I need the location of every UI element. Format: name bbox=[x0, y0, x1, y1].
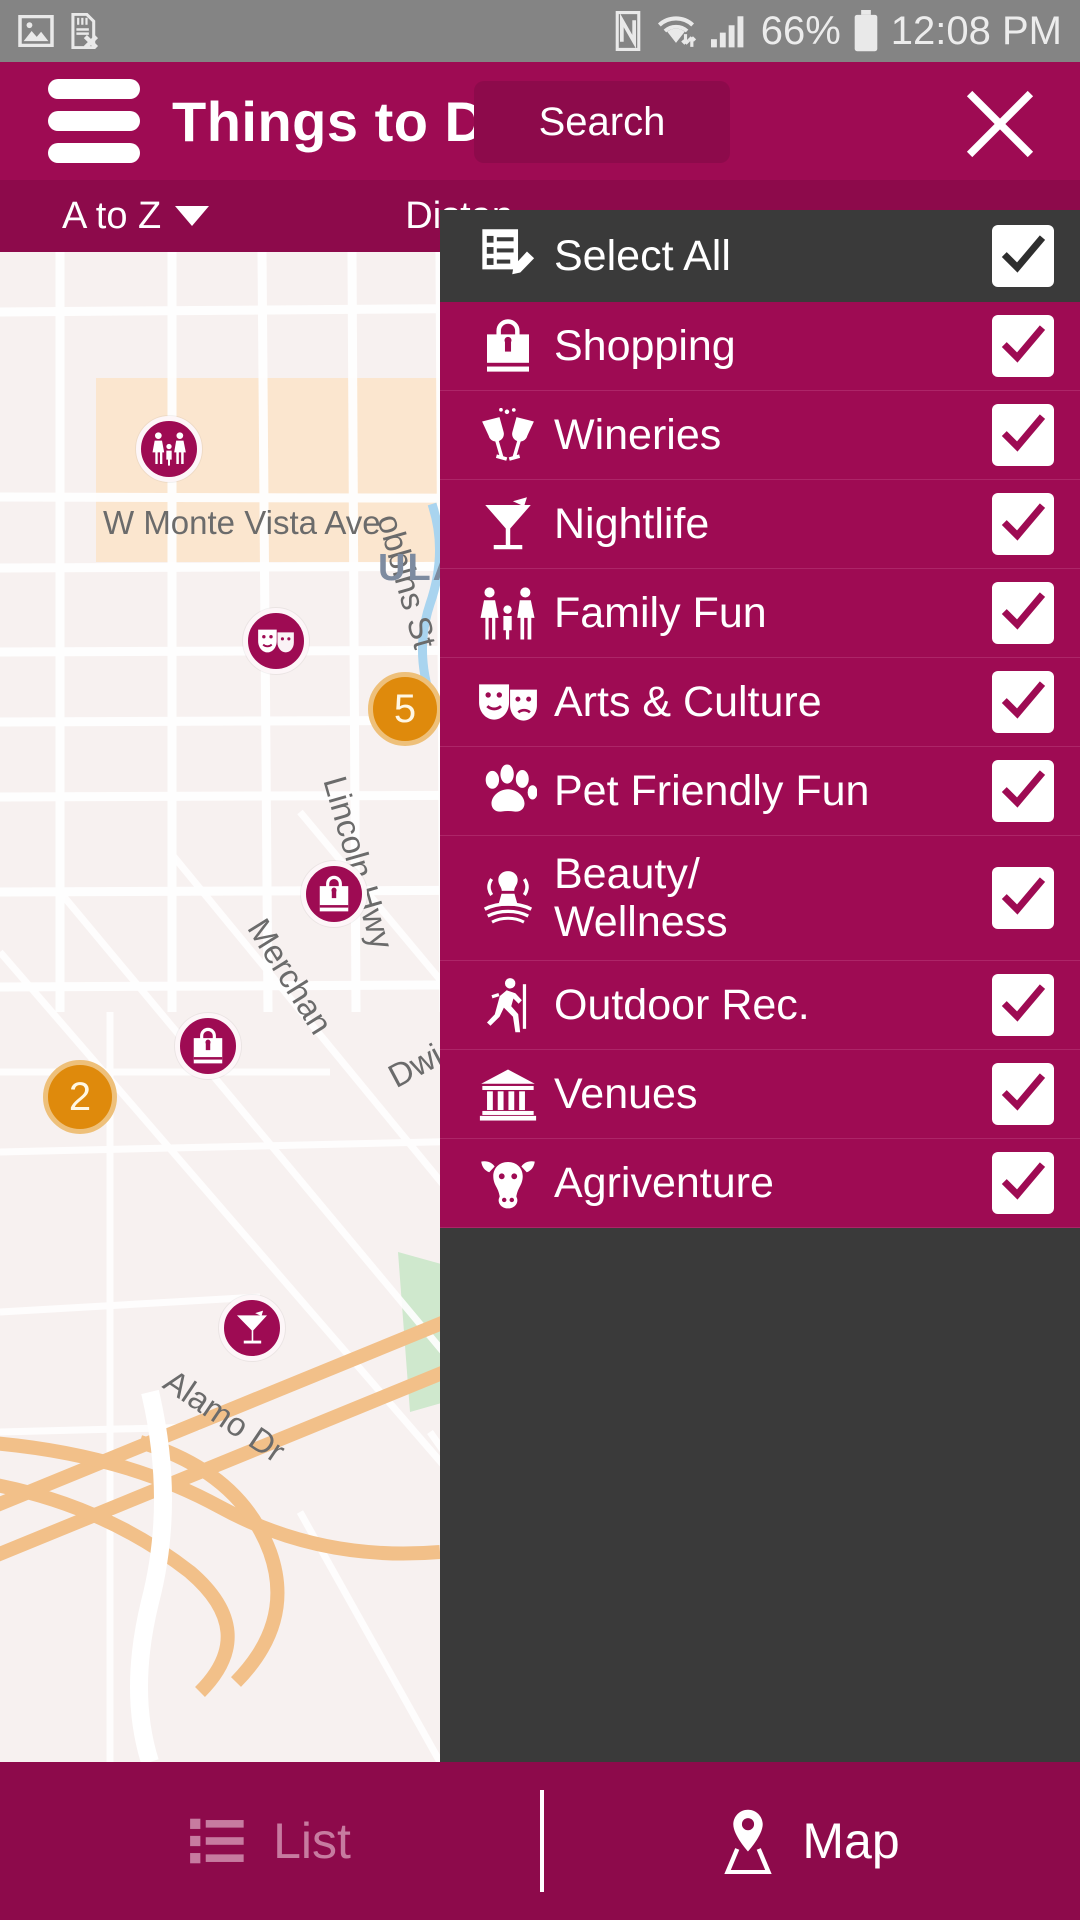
map-marker-shopping[interactable] bbox=[301, 861, 367, 927]
category-checkbox[interactable] bbox=[992, 404, 1054, 466]
wifi-icon bbox=[657, 16, 696, 47]
nfc-icon bbox=[615, 11, 641, 51]
category-checkbox[interactable] bbox=[992, 1152, 1054, 1214]
category-row-wineries[interactable]: Wineries bbox=[440, 391, 1080, 480]
battery-percent: 66% bbox=[760, 8, 841, 53]
tab-map[interactable]: Map bbox=[540, 1762, 1080, 1920]
map-cluster-marker[interactable]: 5 bbox=[368, 672, 442, 746]
category-filter-menu: Select All Shopping Wineries Nightlife F… bbox=[440, 210, 1080, 1762]
category-label: Family Fun bbox=[554, 588, 767, 637]
status-bar-left-icons bbox=[18, 13, 100, 49]
battery-icon bbox=[854, 10, 878, 52]
category-row-venues[interactable]: Venues bbox=[440, 1050, 1080, 1139]
category-label: Pet Friendly Fun bbox=[554, 766, 870, 815]
street-label: W Monte Vista Ave bbox=[103, 504, 381, 541]
category-label: Arts & Culture bbox=[554, 677, 822, 726]
family-icon bbox=[152, 432, 186, 466]
category-row-family-fun[interactable]: Family Fun bbox=[440, 569, 1080, 658]
map-marker-nightlife[interactable] bbox=[219, 1295, 285, 1361]
sd-card-error-icon bbox=[71, 13, 99, 49]
classical-building-icon bbox=[462, 1066, 554, 1122]
category-row-arts-culture[interactable]: Arts & Culture bbox=[440, 658, 1080, 747]
map-marker-shopping[interactable] bbox=[175, 1013, 241, 1079]
clock: 12:08 PM bbox=[890, 8, 1062, 53]
bottom-navigation: List Map bbox=[0, 1762, 1080, 1920]
hamburger-icon[interactable] bbox=[48, 79, 140, 163]
sort-alphabetical-label: A to Z bbox=[62, 194, 162, 237]
category-label: Nightlife bbox=[554, 499, 710, 548]
category-checkbox[interactable] bbox=[992, 582, 1054, 644]
category-label: Wineries bbox=[554, 410, 722, 459]
category-checkbox[interactable] bbox=[992, 867, 1054, 929]
shopping-bag-icon bbox=[462, 318, 554, 374]
cow-head-icon bbox=[462, 1154, 554, 1212]
signal-bars-icon bbox=[710, 16, 744, 48]
spa-wellness-icon bbox=[462, 870, 554, 926]
category-checkbox[interactable] bbox=[992, 1063, 1054, 1125]
family-icon bbox=[462, 584, 554, 642]
map-marker-family-fun[interactable] bbox=[136, 416, 202, 482]
category-label: Select All bbox=[554, 231, 731, 280]
wine-cheers-icon bbox=[462, 408, 554, 462]
shopping-bag-icon bbox=[319, 875, 349, 912]
image-icon bbox=[18, 15, 54, 47]
category-checkbox[interactable] bbox=[992, 493, 1054, 555]
category-checkbox[interactable] bbox=[992, 760, 1054, 822]
category-row-select-all[interactable]: Select All bbox=[440, 210, 1080, 302]
cluster-count: 2 bbox=[68, 1074, 92, 1119]
category-label: Outdoor Rec. bbox=[554, 980, 810, 1029]
tab-map-label: Map bbox=[802, 1813, 900, 1869]
category-label: Shopping bbox=[554, 321, 736, 370]
chevron-down-icon bbox=[175, 206, 210, 226]
app-header: Things to Do Search bbox=[0, 62, 1080, 180]
category-checkbox[interactable] bbox=[992, 315, 1054, 377]
category-checkbox[interactable] bbox=[992, 225, 1054, 287]
category-label: Venues bbox=[554, 1069, 698, 1118]
category-row-pet-friendly-fun[interactable]: Pet Friendly Fun bbox=[440, 747, 1080, 836]
category-row-outdoor-rec[interactable]: Outdoor Rec. bbox=[440, 961, 1080, 1050]
search-button-label: Search bbox=[538, 99, 666, 144]
theater-masks-icon bbox=[462, 676, 554, 728]
status-bar: 66% 12:08 PM bbox=[0, 0, 1080, 62]
martini-glass-icon bbox=[462, 495, 554, 553]
category-checkbox[interactable] bbox=[992, 974, 1054, 1036]
category-label: Agriventure bbox=[554, 1158, 774, 1207]
category-row-shopping[interactable]: Shopping bbox=[440, 302, 1080, 391]
tab-list-label: List bbox=[273, 1813, 351, 1869]
category-row-agriventure[interactable]: Agriventure bbox=[440, 1139, 1080, 1228]
cluster-count: 5 bbox=[393, 686, 417, 731]
map-marker-arts-culture[interactable] bbox=[243, 608, 309, 674]
category-checkbox[interactable] bbox=[992, 671, 1054, 733]
list-icon bbox=[190, 1818, 244, 1864]
status-bar-right-icons: 66% 12:08 PM bbox=[613, 9, 1062, 54]
map-cluster-marker[interactable]: 2 bbox=[43, 1060, 117, 1134]
sort-alphabetical-button[interactable]: A to Z bbox=[62, 194, 210, 238]
app-root: 66% 12:08 PM Things to Do Search A to Z bbox=[0, 0, 1080, 1920]
hiker-icon bbox=[462, 976, 554, 1034]
search-button[interactable]: Search bbox=[474, 81, 730, 163]
category-label: Beauty/ Wellness bbox=[554, 849, 728, 946]
tab-list[interactable]: List bbox=[0, 1762, 540, 1920]
shopping-bag-icon bbox=[193, 1027, 223, 1064]
martini-glass-icon bbox=[236, 1310, 268, 1344]
list-edit-icon bbox=[462, 227, 554, 285]
close-x-icon[interactable] bbox=[962, 86, 1038, 162]
map-pin-icon bbox=[724, 1809, 773, 1874]
page-title: Things to Do bbox=[172, 89, 521, 153]
paw-print-icon bbox=[462, 764, 554, 818]
theater-masks-icon bbox=[258, 629, 294, 653]
category-row-beauty-wellness[interactable]: Beauty/ Wellness bbox=[440, 836, 1080, 961]
category-row-nightlife[interactable]: Nightlife bbox=[440, 480, 1080, 569]
